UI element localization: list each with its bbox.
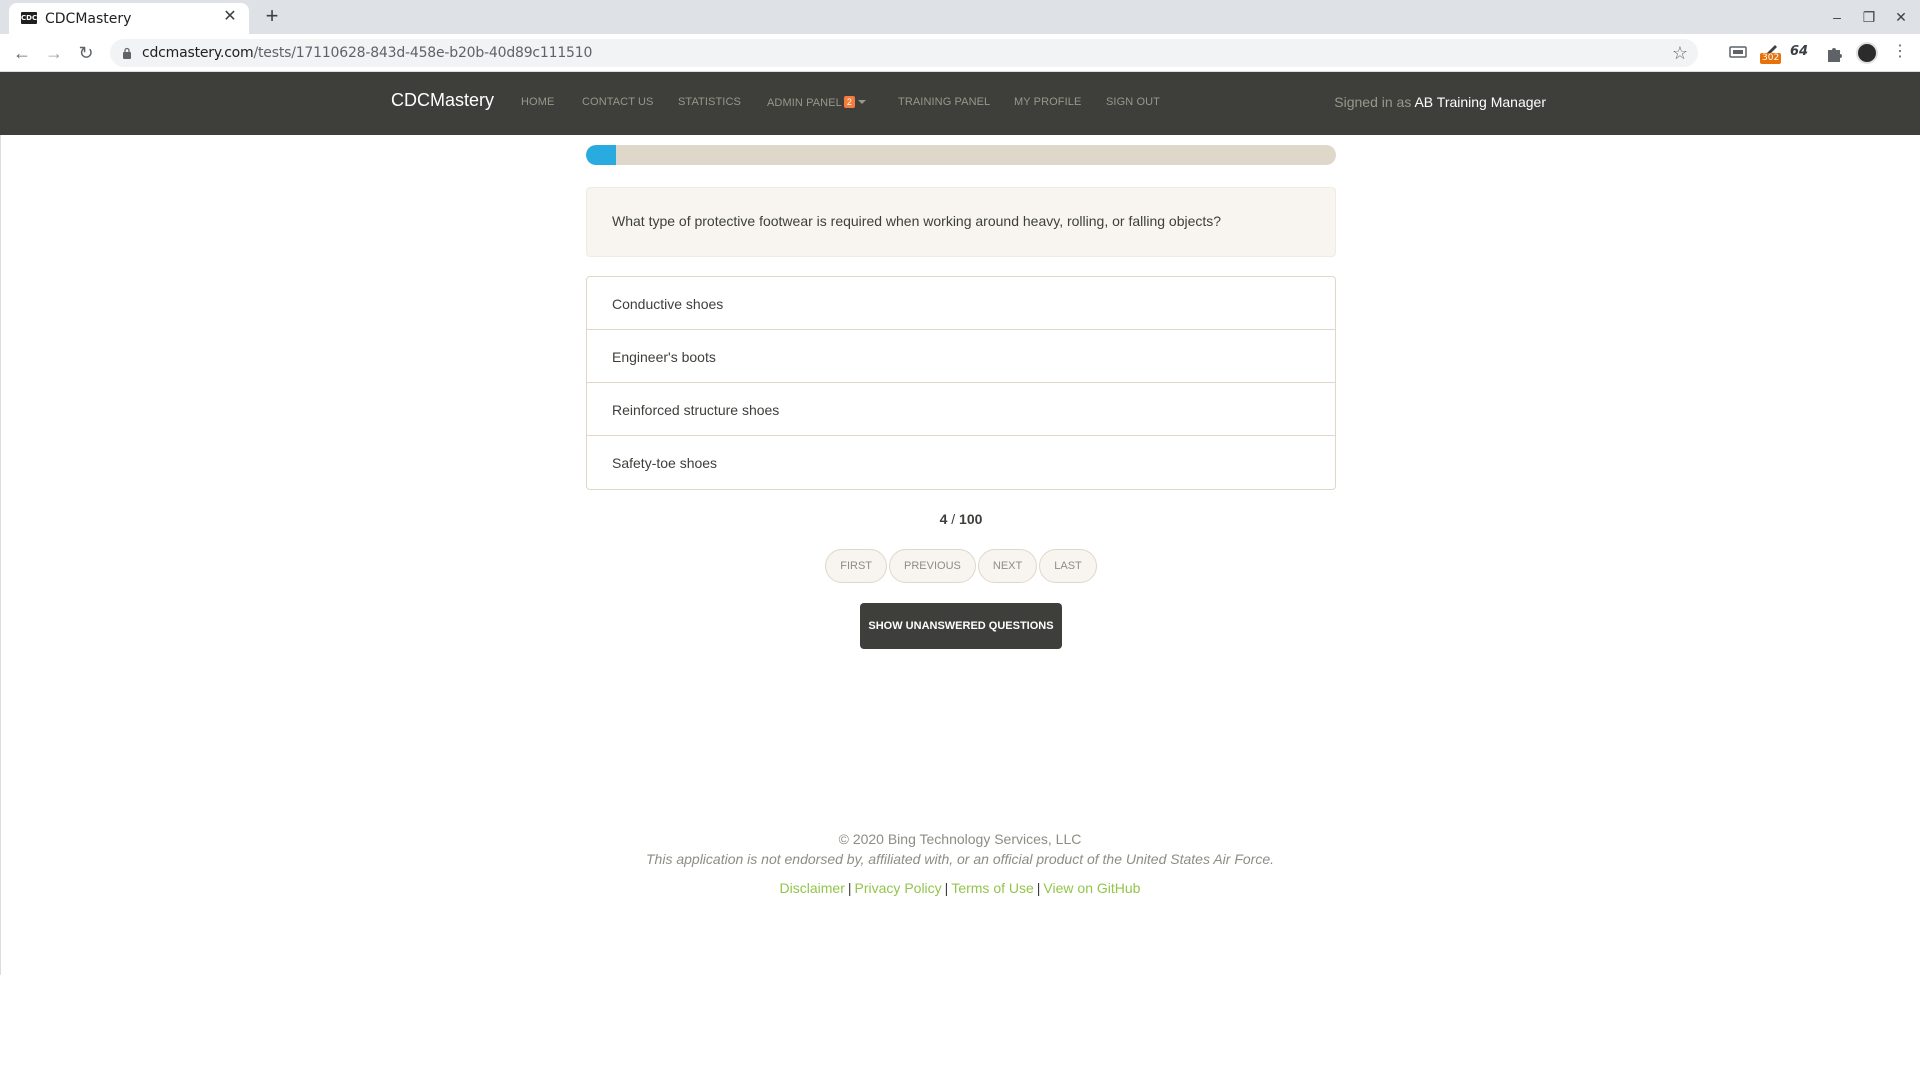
answer-option[interactable]: Reinforced structure shoes: [587, 383, 1335, 436]
url-path: /tests/17110628-843d-458e-b20b-40d89c111…: [253, 45, 593, 61]
admin-panel-badge: 2: [843, 96, 855, 108]
nav-home[interactable]: HOME: [521, 96, 554, 108]
nav-contact-us[interactable]: CONTACT US: [582, 96, 654, 108]
tab-title: CDCMastery: [45, 11, 132, 27]
current-question-number: 4: [939, 511, 948, 527]
question-text: What type of protective footwear is requ…: [612, 213, 1222, 229]
answer-text: Safety-toe shoes: [612, 455, 718, 471]
extension-screen-icon[interactable]: [1727, 42, 1749, 64]
next-button[interactable]: NEXT: [977, 549, 1038, 583]
browser-toolbar: ← → ↻ cdcmastery.com/tests/17110628-843d…: [0, 34, 1920, 72]
answer-option[interactable]: Engineer's boots: [587, 330, 1335, 383]
answer-text: Engineer's boots: [612, 349, 716, 365]
last-button[interactable]: LAST: [1039, 549, 1097, 583]
answer-text: Conductive shoes: [612, 296, 724, 312]
signed-in-status: Signed in as AB Training Manager: [1334, 94, 1546, 110]
footer-link-privacy-policy[interactable]: Privacy Policy: [855, 880, 942, 896]
test-progress-fill: [586, 145, 616, 165]
answer-list: Conductive shoes Engineer's boots Reinfo…: [586, 276, 1336, 490]
site-footer: © 2020 Bing Technology Services, LLC Thi…: [0, 829, 1920, 898]
close-tab-icon[interactable]: ✕: [221, 8, 239, 26]
url-text: cdcmastery.com/tests/17110628-843d-458e-…: [142, 45, 592, 61]
extension-badge: 302: [1760, 53, 1782, 64]
nav-statistics[interactable]: STATISTICS: [678, 96, 741, 108]
extensions-puzzle-icon[interactable]: [1824, 42, 1846, 64]
signed-in-user[interactable]: AB Training Manager: [1414, 94, 1546, 110]
reload-icon[interactable]: ↻: [74, 41, 98, 65]
nav-sign-out[interactable]: SIGN OUT: [1106, 96, 1160, 108]
first-button[interactable]: FIRST: [825, 549, 888, 583]
site-navbar: CDCMastery HOME CONTACT US STATISTICS AD…: [0, 72, 1920, 135]
show-unanswered-button[interactable]: SHOW UNANSWERED QUESTIONS: [860, 603, 1062, 649]
browser-tab[interactable]: CDC CDCMastery ✕: [9, 3, 249, 34]
extension-64-icon[interactable]: 64: [1790, 44, 1808, 59]
lock-icon: [123, 47, 131, 59]
site-brand[interactable]: CDCMastery: [391, 90, 494, 111]
chevron-down-icon: [857, 100, 866, 104]
url-host: cdcmastery.com: [142, 45, 254, 61]
profile-avatar-icon[interactable]: [1856, 42, 1878, 64]
restore-icon[interactable]: ❐: [1857, 6, 1881, 28]
bookmark-star-icon[interactable]: ☆: [1672, 43, 1688, 63]
footer-separator: |: [1036, 880, 1041, 896]
address-bar[interactable]: cdcmastery.com/tests/17110628-843d-458e-…: [110, 39, 1698, 67]
close-window-icon[interactable]: ✕: [1889, 6, 1913, 28]
footer-copyright: © 2020 Bing Technology Services, LLC: [838, 831, 1082, 847]
total-questions: 100: [959, 511, 983, 527]
question-card: What type of protective footwear is requ…: [586, 187, 1336, 257]
footer-link-terms-of-use[interactable]: Terms of Use: [951, 880, 1033, 896]
nav-training-panel[interactable]: TRAINING PANEL: [898, 96, 990, 108]
nav-admin-panel[interactable]: ADMIN PANEL 2: [767, 96, 866, 109]
answer-text: Reinforced structure shoes: [612, 402, 780, 418]
browser-menu-icon[interactable]: ⋮: [1892, 42, 1908, 62]
browser-tab-bar: CDC CDCMastery ✕ + – ❐ ✕: [0, 0, 1920, 34]
previous-button[interactable]: PREVIOUS: [889, 549, 976, 583]
test-progress-bar: [586, 145, 1336, 165]
nav-admin-panel-label: ADMIN PANEL: [767, 97, 842, 109]
minimize-icon[interactable]: –: [1825, 6, 1849, 28]
signed-in-prefix: Signed in as: [1334, 94, 1412, 110]
back-icon[interactable]: ←: [10, 41, 34, 65]
answer-option[interactable]: Safety-toe shoes: [587, 436, 1335, 489]
question-pager: FIRST PREVIOUS NEXT LAST: [586, 549, 1336, 583]
new-tab-icon[interactable]: +: [260, 4, 284, 28]
nav-my-profile[interactable]: MY PROFILE: [1014, 96, 1081, 108]
site-favicon-icon: CDC: [21, 12, 38, 24]
footer-separator: |: [944, 880, 949, 896]
footer-link-github[interactable]: View on GitHub: [1043, 880, 1140, 896]
footer-disclaimer: This application is not endorsed by, aff…: [646, 851, 1274, 867]
question-counter: 4 / 100: [939, 511, 983, 527]
answer-option[interactable]: Conductive shoes: [587, 277, 1335, 330]
footer-separator: |: [847, 880, 852, 896]
footer-link-disclaimer[interactable]: Disclaimer: [780, 880, 845, 896]
footer-links: Disclaimer | Privacy Policy | Terms of Use | V…: [0, 878, 1920, 898]
forward-icon[interactable]: →: [42, 41, 66, 65]
